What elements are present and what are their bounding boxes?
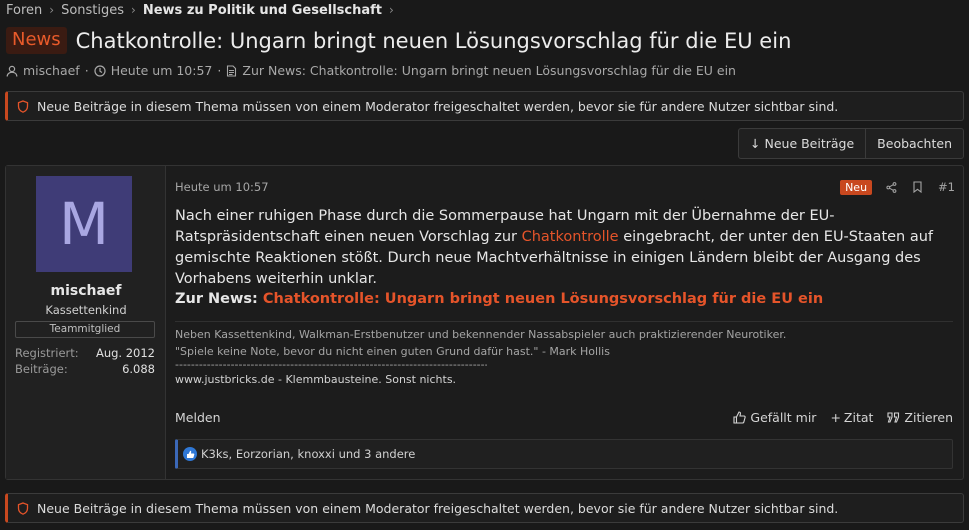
clock-icon — [94, 64, 106, 77]
thread-prefix-badge: News — [6, 27, 67, 54]
plus-icon: + — [830, 409, 841, 425]
chevron-right-icon: › — [389, 3, 394, 17]
quote-button[interactable]: + Zitat — [830, 410, 873, 425]
posts-label: Beiträge: — [15, 362, 68, 376]
breadcrumb-item-sonstiges[interactable]: Sonstiges — [61, 3, 124, 18]
moderation-notice: Neue Beiträge in diesem Thema müssen von… — [5, 91, 964, 121]
reply-button[interactable]: Zitieren — [887, 410, 953, 425]
user-stat-posts: Beiträge: 6.088 — [15, 362, 155, 376]
moderation-notice-text: Neue Beiträge in diesem Thema müssen von… — [37, 98, 839, 114]
moderation-notice-text: Neue Beiträge in diesem Thema müssen von… — [37, 500, 839, 516]
post: M mischaef Kassettenkind Teammitglied Re… — [5, 165, 964, 480]
avatar[interactable]: M — [36, 176, 132, 272]
bookmark-icon[interactable] — [913, 181, 922, 193]
post-time[interactable]: Heute um 10:57 — [175, 180, 269, 194]
post-body: Heute um 10:57 Neu #1 Nach einer ruhigen… — [167, 166, 963, 479]
breadcrumb: Foren › Sonstiges › News zu Politik und … — [6, 1, 401, 19]
reactions-bar[interactable]: K3ks, Eorzorian, knoxxi und 3 andere — [175, 439, 953, 469]
moderation-notice-bottom: Neue Beiträge in diesem Thema müssen von… — [5, 493, 964, 523]
quote-label: Zitat — [843, 409, 874, 425]
thread-source-link[interactable]: Zur News: Chatkontrolle: Ungarn bringt n… — [242, 63, 736, 78]
post-footer: Melden Gefällt mir + Zitat Zitieren — [175, 408, 953, 426]
user-stat-registered: Registriert: Aug. 2012 — [15, 346, 155, 360]
breadcrumb-item-current[interactable]: News zu Politik und Gesellschaft — [143, 3, 382, 18]
breadcrumb-item-foren[interactable]: Foren — [6, 3, 42, 18]
quote-marks-icon — [887, 411, 900, 423]
shield-icon — [17, 501, 29, 515]
registered-label: Registriert: — [15, 346, 79, 360]
reactions-text[interactable]: K3ks, Eorzorian, knoxxi und 3 andere — [201, 447, 415, 461]
like-label: Gefällt mir — [750, 409, 817, 425]
source-news-line: Zur News: Chatkontrolle: Ungarn bringt n… — [175, 291, 823, 307]
user-icon — [6, 65, 18, 77]
signature: Neben Kassettenkind, Walkman-Erstbenutze… — [175, 321, 953, 389]
shield-icon — [17, 99, 29, 113]
new-badge: Neu — [840, 179, 873, 195]
thread-title-row: News Chatkontrolle: Ungarn bringt neuen … — [6, 27, 791, 54]
user-banner: Teammitglied — [15, 321, 155, 338]
chevron-right-icon: › — [131, 3, 136, 17]
signature-line-1: Neben Kassettenkind, Walkman-Erstbenutze… — [175, 328, 787, 341]
posts-value[interactable]: 6.088 — [122, 362, 155, 376]
watch-button[interactable]: Beobachten — [865, 129, 963, 158]
post-number[interactable]: #1 — [938, 180, 955, 194]
post-message: Nach einer ruhigen Phase durch die Somme… — [175, 206, 949, 290]
thumbs-up-icon — [733, 410, 747, 424]
reply-label: Zitieren — [904, 409, 953, 425]
post-header: Heute um 10:57 Neu #1 — [175, 178, 955, 196]
chevron-right-icon: › — [49, 3, 55, 17]
page-title: Chatkontrolle: Ungarn bringt neuen Lösun… — [75, 28, 792, 53]
signature-line-3[interactable]: www.justbricks.de - Klemmbausteine. Sons… — [175, 372, 953, 389]
signature-line-2: "Spiele keine Note, bevor du nicht einen… — [175, 344, 610, 358]
new-posts-button[interactable]: ↓ Neue Beiträge — [739, 129, 865, 158]
thread-author[interactable]: mischaef — [23, 63, 80, 78]
signature-divider: ----------------------------------------… — [175, 360, 487, 370]
registered-value: Aug. 2012 — [95, 346, 155, 360]
thread-action-buttons: ↓ Neue Beiträge Beobachten — [738, 128, 964, 159]
post-user-panel: M mischaef Kassettenkind Teammitglied Re… — [6, 166, 166, 479]
post-username[interactable]: mischaef — [6, 283, 166, 299]
like-reaction-icon — [183, 447, 197, 461]
report-button[interactable]: Melden — [175, 410, 221, 425]
like-button[interactable]: Gefällt mir — [733, 410, 816, 425]
document-icon — [227, 64, 237, 77]
user-title: Kassettenkind — [45, 303, 127, 317]
source-news-link[interactable]: Chatkontrolle: Ungarn bringt neuen Lösun… — [263, 291, 823, 307]
share-icon[interactable] — [886, 181, 897, 193]
thread-meta: mischaef · Heute um 10:57 · Zur News: Ch… — [6, 63, 736, 78]
chatkontrolle-link[interactable]: Chatkontrolle — [522, 229, 619, 245]
source-news-label: Zur News: — [175, 291, 258, 307]
thread-time[interactable]: Heute um 10:57 — [111, 63, 213, 78]
